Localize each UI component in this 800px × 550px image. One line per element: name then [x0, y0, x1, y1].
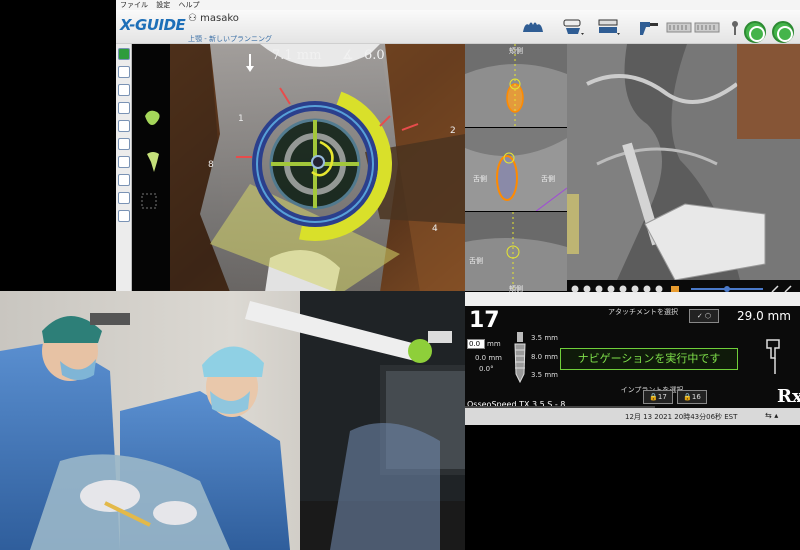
implant-row-icon[interactable] — [666, 16, 692, 38]
tool-flag-icon[interactable] — [118, 102, 130, 114]
patient-name: ⚇ masako — [188, 13, 239, 24]
drill-icon[interactable] — [636, 16, 662, 38]
screenshot-composite: ファイル 設定 ヘルプ X-GUIDE ⚇ masako 上顎 - 新しいプラン… — [0, 0, 800, 550]
side-panel — [132, 44, 170, 292]
view-preset-icons — [571, 285, 792, 293]
patient-name-text: masako — [200, 13, 239, 24]
tool-scan-icon[interactable] — [118, 210, 130, 222]
angle-symbol: ∡ — [342, 48, 354, 63]
direction-1: 1 — [238, 114, 244, 124]
ct-label-4: 舌側 — [469, 257, 483, 265]
offset-unit: mm — [487, 340, 501, 348]
navigation-status-badge: ナビゲーションを実行中です — [560, 348, 738, 370]
ct-label-3: 舌側 — [541, 175, 555, 183]
value-left-2: 0.0° — [479, 365, 494, 373]
implant-button-17[interactable]: 🔒17 — [643, 390, 673, 404]
tool-marker-icon[interactable] — [118, 174, 130, 186]
drill-depth: 29.0 mm — [737, 309, 791, 323]
cancel-button[interactable] — [772, 21, 794, 43]
depth-readout: 7.1 mm — [272, 48, 322, 63]
ct-label-5: 頬側 — [509, 285, 523, 293]
loupe-light — [90, 313, 130, 325]
angle-readout: 6.0 — [364, 48, 385, 63]
datetime: 12月 13 2021 20時43分06秒 EST — [625, 413, 738, 421]
handpiece-icon[interactable] — [596, 16, 622, 38]
ct-slice-stack: 頬側 舌側 舌側 舌側 頬側 — [465, 44, 567, 293]
navigation-scene — [170, 44, 465, 292]
menu-file[interactable]: ファイル — [120, 1, 148, 9]
teeth-view-icon[interactable] — [520, 16, 546, 38]
jaw-select-icon[interactable] — [560, 16, 586, 38]
menu-bar: ファイル 設定 ヘルプ — [116, 0, 800, 10]
tool-navigate-icon[interactable] — [118, 48, 130, 60]
tray-icons: ⇆ ▴ — [765, 411, 779, 420]
operating-room-scene — [0, 291, 465, 550]
tooth-3d-icon — [145, 110, 160, 125]
user-icon: ⚇ — [188, 13, 197, 24]
attachment-label: アタッチメントを選択 — [608, 308, 678, 316]
implant-button-16[interactable]: 🔒16 — [677, 390, 707, 404]
direction-8: 8 — [208, 160, 214, 170]
value-right-2: 8.0 mm — [531, 353, 558, 361]
implant-3d-icon — [147, 152, 159, 172]
rx-logo: Rx — [777, 386, 800, 407]
direction-2: 2 — [450, 126, 456, 136]
empty-slot-icon — [141, 193, 157, 209]
ct-label-1: 頬側 — [509, 47, 523, 55]
tool-draw-icon[interactable] — [118, 66, 130, 78]
tool-layout-icon[interactable] — [118, 120, 130, 132]
plan-breadcrumb: 上顎 - 新しいプランニング — [188, 35, 272, 43]
gloved-hand-2 — [153, 501, 197, 525]
ct-slice-1[interactable] — [465, 44, 567, 128]
view-preset-strip — [567, 280, 800, 293]
ct-label-2: 舌側 — [473, 175, 487, 183]
tooth-number: 17 — [469, 308, 500, 333]
lock-icon-2: 🔒 — [683, 393, 692, 401]
implant-diagram-icon — [514, 332, 526, 384]
handpiece-status-icon — [766, 339, 780, 374]
tool-brush-icon[interactable] — [118, 192, 130, 204]
tool-measure-icon[interactable] — [118, 138, 130, 150]
attachment-button[interactable]: ✓ ⬡ — [689, 309, 719, 323]
side-panel-icons — [141, 110, 160, 209]
lock-icon: 🔒 — [649, 393, 658, 401]
drill-tip-marker — [311, 155, 325, 169]
implant-row-2-icon[interactable] — [694, 16, 720, 38]
menu-settings[interactable]: 設定 — [156, 1, 170, 9]
navigation-view[interactable]: 7.1 mm ∡ 6.0 1 2 8 4 — [170, 44, 465, 292]
value-right-1: 3.5 mm — [531, 334, 558, 342]
status-bar: 12月 13 2021 20時43分06秒 EST ⇆ ▴ — [465, 408, 800, 425]
tool-grid-icon[interactable] — [118, 84, 130, 96]
tool-column — [116, 44, 132, 292]
accept-button[interactable] — [744, 21, 766, 43]
implant-cross-section-1 — [506, 83, 524, 113]
ct-slice-2[interactable] — [465, 128, 567, 212]
instrument-panel: 17 アタッチメントを選択 ✓ ⬡ 29.0 mm 0.0 mm 0.0 mm … — [465, 306, 800, 409]
tool-pen-icon[interactable] — [118, 156, 130, 168]
value-left-1: 0.0 mm — [475, 354, 502, 362]
menu-help[interactable]: ヘルプ — [178, 1, 199, 9]
ct-side-view[interactable] — [567, 44, 800, 280]
direction-4: 4 — [432, 224, 438, 234]
toolbar: X-GUIDE ⚇ masako 上顎 - 新しいプランニング — [116, 10, 800, 44]
value-right-3: 3.5 mm — [531, 371, 558, 379]
app-logo: X-GUIDE — [120, 16, 186, 34]
operating-room-photo — [0, 291, 465, 550]
offset-input[interactable]: 0.0 — [467, 339, 485, 349]
ct-slice-3[interactable] — [465, 212, 567, 292]
